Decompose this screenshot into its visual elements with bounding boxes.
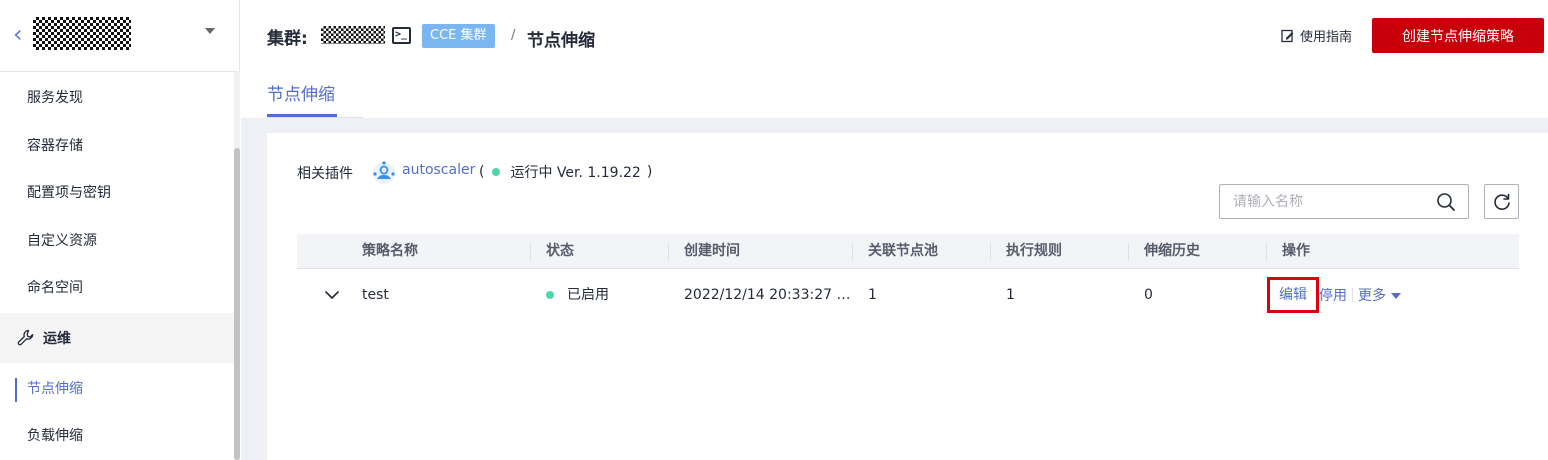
table-header: 策略名称 状态 创建时间 关联节点池 执行规则 伸缩历史 操作 <box>297 234 1519 269</box>
sidebar-item-storage[interactable]: 容器存储 <box>0 123 234 170</box>
search-box <box>1219 184 1469 219</box>
history-count: 0 <box>1144 287 1153 303</box>
sidebar-scrollbar-thumb[interactable] <box>234 148 240 460</box>
addon-close-paren: ) <box>646 164 653 180</box>
column-header-node-pools[interactable]: 关联节点池 <box>855 234 938 269</box>
more-dropdown[interactable]: 更多 <box>1358 285 1401 305</box>
column-header-created[interactable]: 创建时间 <box>671 234 740 269</box>
cluster-name-redacted <box>33 17 131 50</box>
sidebar-item-service-discovery[interactable]: 服务发现 <box>0 75 234 122</box>
sidebar-group-label: 运维 <box>43 331 71 347</box>
autoscaler-addon-icon <box>373 161 395 184</box>
column-header-rules[interactable]: 执行规则 <box>993 234 1062 269</box>
breadcrumb-separator: / <box>511 28 516 43</box>
status-text: 已启用 <box>567 287 609 303</box>
addon-label: 相关插件 <box>297 166 353 182</box>
column-divider <box>990 243 991 260</box>
addon-status: ( 运行中 Ver. 1.19.22 ) <box>479 162 652 182</box>
addon-status-text: 运行中 Ver. 1.19.22 <box>510 165 641 181</box>
sidebar-item-custom-resources[interactable]: 自定义资源 <box>0 218 234 265</box>
addon-open-paren: ( <box>479 164 485 180</box>
search-icon[interactable] <box>1436 192 1456 212</box>
cluster-switch-caret-icon[interactable] <box>205 28 215 34</box>
sidebar-item-node-scaling[interactable]: 节点伸缩 <box>0 366 234 413</box>
refresh-icon <box>1494 193 1510 210</box>
terminal-icon[interactable]: >_ <box>392 27 411 44</box>
refresh-button[interactable] <box>1484 184 1519 219</box>
edit-link[interactable]: 编辑 <box>1267 277 1319 313</box>
sidebar-group-ops[interactable]: 运维 <box>0 313 234 363</box>
sidebar-header: ‹ <box>0 0 238 72</box>
guide-edit-icon <box>1281 29 1294 42</box>
cluster-name-redacted <box>321 26 385 44</box>
page-header: 集群: >_ CCE 集群 / 节点伸缩 使用指南 创建节点伸缩策略 节点伸缩 <box>241 0 1548 118</box>
column-header-history[interactable]: 伸缩历史 <box>1131 234 1200 269</box>
addon-status-dot <box>492 168 501 176</box>
addon-name-link[interactable]: autoscaler <box>402 162 475 178</box>
user-guide-label: 使用指南 <box>1300 30 1353 45</box>
column-header-name[interactable]: 策略名称 <box>349 234 418 269</box>
node-pool-count: 1 <box>868 287 877 303</box>
tab-active-underline <box>267 114 337 117</box>
rule-count: 1 <box>1006 287 1015 303</box>
cluster-label: 集群: <box>267 29 308 49</box>
sidebar: ‹ 服务发现 容器存储 配置项与密钥 自定义资源 命名空间 运维 节点伸缩 负载… <box>0 0 240 460</box>
back-chevron-icon[interactable]: ‹ <box>13 20 29 50</box>
policy-status: 已启用 <box>533 270 668 320</box>
page-title: 节点伸缩 <box>527 31 595 51</box>
expand-chevron-icon[interactable] <box>325 290 339 300</box>
column-header-status[interactable]: 状态 <box>533 234 574 269</box>
column-divider <box>1128 243 1129 260</box>
column-divider <box>1266 243 1267 260</box>
user-guide-link[interactable]: 使用指南 <box>1281 26 1352 45</box>
search-input[interactable] <box>1220 185 1430 218</box>
policy-card: 相关插件 autoscaler ( 运行中 Ver. 1.19.22 ) 策略名… <box>267 133 1548 460</box>
table-row: test 已启用 2022/12/14 20:33:27 GMT+08:00 1… <box>297 270 1519 320</box>
wrench-icon <box>17 329 34 346</box>
sidebar-item-namespaces[interactable]: 命名空间 <box>0 265 234 312</box>
column-header-actions: 操作 <box>1282 243 1310 259</box>
disable-link[interactable]: 停用 <box>1319 285 1347 305</box>
create-policy-button[interactable]: 创建节点伸缩策略 <box>1372 18 1544 53</box>
column-divider <box>852 243 853 260</box>
sidebar-item-workload-scaling[interactable]: 负载伸缩 <box>0 413 234 460</box>
created-time: 2022/12/14 20:33:27 GMT+08:00 <box>684 287 851 303</box>
status-dot <box>546 291 554 299</box>
sidebar-item-configmaps-secrets[interactable]: 配置项与密钥 <box>0 170 234 217</box>
policy-name: test <box>362 287 389 303</box>
more-label: 更多 <box>1358 288 1386 304</box>
cluster-type-tag: CCE 集群 <box>422 24 495 48</box>
column-divider <box>668 243 669 260</box>
column-divider <box>530 243 531 260</box>
row-actions: 编辑 停用 更多 <box>1267 270 1401 320</box>
tab-node-scaling[interactable]: 节点伸缩 <box>267 80 335 105</box>
more-caret-icon <box>1391 293 1401 299</box>
action-divider <box>1352 288 1353 302</box>
